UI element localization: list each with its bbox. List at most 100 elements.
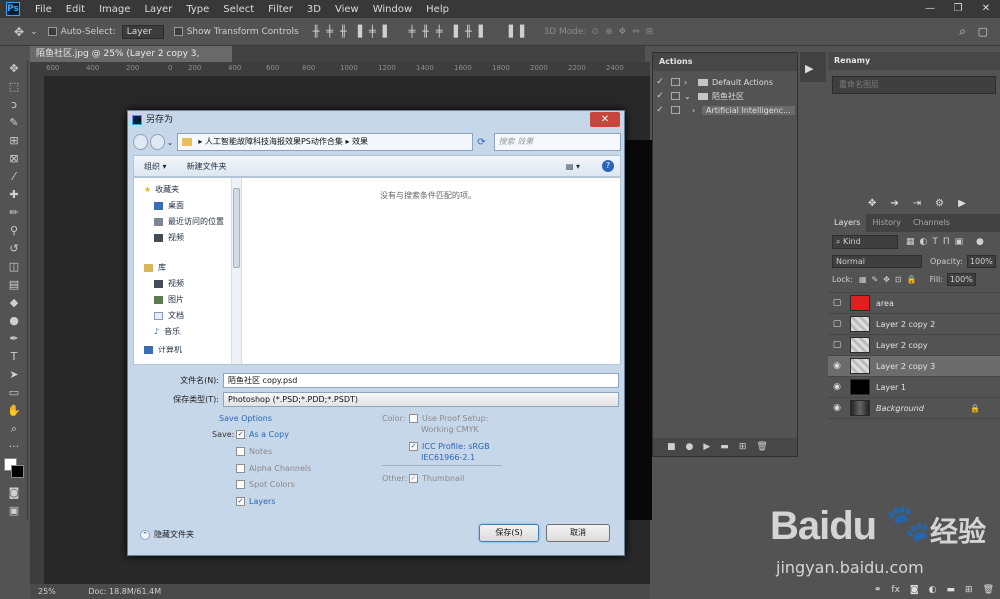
cancel-button[interactable]: 取消 — [546, 524, 610, 542]
visibility-toggle[interactable]: ▢ — [828, 340, 846, 350]
visibility-toggle[interactable]: ▢ — [828, 319, 846, 329]
check-icon[interactable]: ✓ — [653, 77, 667, 87]
menu-filter[interactable]: Filter — [261, 4, 300, 15]
pen-tool-icon[interactable]: ✒ — [0, 330, 28, 348]
help-icon[interactable]: ? — [602, 160, 614, 172]
move-tool-icon[interactable]: ✥ — [0, 60, 28, 78]
as-a-copy-checkbox[interactable]: ✓ — [236, 430, 245, 439]
tab-layers[interactable]: Layers — [828, 214, 867, 232]
eraser-tool-icon[interactable]: ◫ — [0, 258, 28, 276]
icc-checkbox[interactable]: ✓ — [409, 442, 418, 451]
refresh-icon[interactable]: ⟳ — [477, 137, 485, 148]
move-panel-icon[interactable]: ✥ — [868, 198, 876, 212]
brush-tool-icon[interactable]: ✏ — [0, 204, 28, 222]
type-tool-icon[interactable]: T — [0, 348, 28, 366]
layer-row[interactable]: ▢ Layer 2 copy 2 — [828, 314, 1000, 335]
menu-type[interactable]: Type — [179, 4, 216, 15]
export-icon[interactable]: ⇥ — [913, 198, 921, 212]
tab-history[interactable]: History — [866, 214, 906, 232]
chevron-down-icon[interactable]: ⌄ — [30, 27, 38, 37]
filter-icons[interactable]: ▦◐TΠ▣ ● — [906, 237, 989, 247]
thumbnail-option[interactable]: ✓ Thumbnail — [409, 474, 464, 483]
search-input[interactable]: 搜索 效果 — [493, 133, 621, 151]
thumbnail-checkbox[interactable]: ✓ — [409, 474, 418, 483]
play-icon[interactable]: ▶ — [703, 442, 710, 452]
adjustment-icon[interactable]: ◐ — [929, 585, 937, 595]
spot-option[interactable]: Spot Colors — [236, 480, 295, 489]
menu-edit[interactable]: Edit — [59, 4, 92, 15]
notes-checkbox[interactable] — [236, 447, 245, 456]
kind-filter-dropdown[interactable]: ⌕ Kind — [832, 235, 898, 249]
layers-option[interactable]: ✓ Layers — [236, 497, 275, 506]
lib-item-music[interactable]: ♪ 音乐 — [134, 324, 241, 340]
filetype-select[interactable]: Photoshop (*.PSD;*.PDD;*.PSDT) — [223, 392, 619, 407]
link-icon[interactable]: ⚭ — [874, 585, 882, 595]
quick-mask-icon[interactable]: ◙ — [0, 484, 28, 502]
favorites-group[interactable]: ★ 收藏夹 — [134, 182, 241, 198]
history-brush-icon[interactable]: ↺ — [0, 240, 28, 258]
close-button[interactable]: ✕ — [590, 112, 620, 127]
record-icon[interactable]: ● — [686, 442, 694, 452]
menu-3d[interactable]: 3D — [300, 4, 328, 15]
path-segment[interactable]: 效果 — [352, 137, 368, 146]
auto-select-checkbox[interactable] — [47, 27, 57, 36]
menu-window[interactable]: Window — [366, 4, 419, 15]
library-group[interactable]: 库 — [134, 260, 241, 276]
maximize-icon[interactable]: ❐ — [944, 0, 972, 18]
chevron-right-icon[interactable]: › — [684, 78, 694, 87]
stamp-tool-icon[interactable]: ⚲ — [0, 222, 28, 240]
delete-icon[interactable]: 🗑 — [756, 442, 767, 452]
nav-scrollbar[interactable] — [231, 178, 241, 364]
gradient-tool-icon[interactable]: ▤ — [0, 276, 28, 294]
minimize-icon[interactable]: — — [916, 0, 944, 18]
align-icons[interactable]: ╫╪╫▐╪▌ ╪╫╪▐╫▌ ▐▌ — [313, 25, 536, 38]
path-select-tool-icon[interactable]: ➤ — [0, 366, 28, 384]
chevron-up-icon[interactable]: ⌃ — [140, 529, 150, 540]
layer-row[interactable]: ▢ Layer 2 copy — [828, 335, 1000, 356]
action-row[interactable]: ✓ › Artificial Intelligenc... — [653, 103, 797, 117]
forward-button[interactable] — [149, 134, 165, 150]
lib-item-videos[interactable]: 视频 — [134, 276, 241, 292]
alpha-option[interactable]: Alpha Channels — [236, 464, 311, 473]
chevron-down-icon[interactable]: ⌄ — [684, 92, 694, 101]
use-proof-option[interactable]: Use Proof Setup: — [409, 414, 488, 423]
auto-select-dropdown[interactable]: Layer — [121, 24, 164, 39]
move-tool-icon[interactable]: ✥ — [14, 25, 24, 39]
dialog-toggle-icon[interactable] — [671, 106, 680, 114]
chevron-down-icon[interactable]: ⌄ — [167, 138, 174, 147]
alpha-checkbox[interactable] — [236, 464, 245, 473]
search-icon[interactable]: ⌕ — [959, 24, 966, 39]
play-small-icon[interactable]: ▶ — [958, 198, 966, 212]
dialog-toggle-icon[interactable] — [671, 78, 680, 86]
dialog-toggle-icon[interactable] — [671, 92, 680, 100]
close-window-icon[interactable]: ✕ — [972, 0, 1000, 18]
arrow-right-icon[interactable]: ➔ — [890, 198, 898, 212]
path-segment[interactable]: 人工智能故障科技海报效果PS动作合集 — [205, 137, 343, 146]
more-tools-icon[interactable]: ··· — [0, 438, 28, 456]
healing-tool-icon[interactable]: ✚ — [0, 186, 28, 204]
lasso-tool-icon[interactable]: ↄ — [0, 96, 28, 114]
zoom-tool-icon[interactable]: ⌕ — [0, 420, 28, 438]
chevron-right-icon[interactable]: › — [692, 106, 702, 115]
organize-button[interactable]: 组织 ▾ — [144, 161, 167, 172]
mask-icon[interactable]: ◙ — [910, 585, 919, 595]
group-icon[interactable]: ▬ — [947, 585, 956, 595]
actions-panel-title[interactable]: Actions — [653, 53, 797, 71]
menu-file[interactable]: File — [28, 4, 59, 15]
layer-row-selected[interactable]: ◉ Layer 2 copy 3 — [828, 356, 1000, 377]
3d-mode-icons[interactable]: ⊙⊕✥⇔⊞ — [592, 27, 660, 37]
background-color-swatch[interactable] — [11, 465, 24, 478]
scrollbar-thumb[interactable] — [233, 188, 240, 268]
layers-checkbox[interactable]: ✓ — [236, 497, 245, 506]
trash-icon[interactable]: 🗑 — [983, 585, 994, 595]
computer-group[interactable]: 计算机 — [134, 346, 241, 354]
menu-help[interactable]: Help — [419, 4, 456, 15]
action-set-row[interactable]: ✓ › Default Actions — [653, 75, 797, 89]
lib-item-documents[interactable]: 文档 — [134, 308, 241, 324]
shape-tool-icon[interactable]: ▭ — [0, 384, 28, 402]
menu-select[interactable]: Select — [216, 4, 261, 15]
as-a-copy-option[interactable]: ✓ As a Copy — [236, 430, 289, 439]
crop-tool-icon[interactable]: ⊞ — [0, 132, 28, 150]
icc-option[interactable]: ✓ ICC Profile: sRGB — [409, 442, 490, 451]
nav-item-desktop[interactable]: 桌面 — [134, 198, 241, 214]
